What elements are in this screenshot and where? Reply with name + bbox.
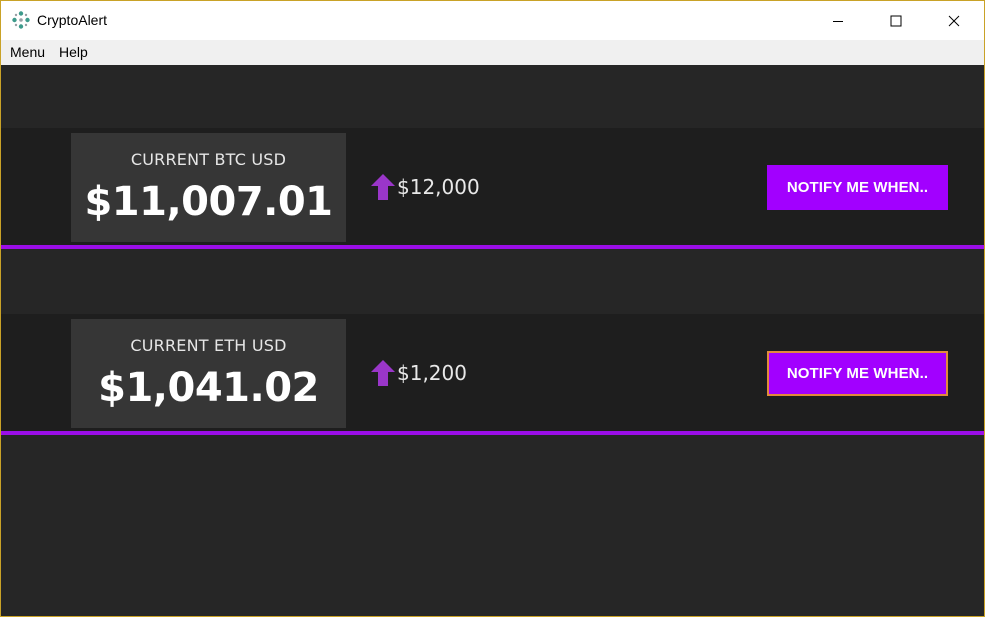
maximize-icon <box>890 15 902 26</box>
maximize-button[interactable] <box>867 1 925 40</box>
target-price: $1,200 <box>397 361 467 385</box>
app-dots-icon <box>12 11 30 29</box>
minimize-button[interactable] <box>809 1 867 40</box>
notify-me-button-eth[interactable]: NOTIFY ME WHEN.. <box>767 351 948 396</box>
coin-row-eth: CURRENT ETH USD $1,041.02 $1,200 NOTIFY … <box>1 314 984 435</box>
title-bar[interactable]: CryptoAlert <box>1 1 984 40</box>
close-icon <box>948 15 960 26</box>
minimize-icon <box>833 20 843 22</box>
main-content: CURRENT BTC USD $11,007.01 $12,000 NOTIF… <box>1 65 984 616</box>
current-price: $1,041.02 <box>98 365 319 411</box>
menu-item-help[interactable]: Help <box>52 40 95 65</box>
window-title: CryptoAlert <box>37 12 108 28</box>
alert-target-btc: $12,000 <box>371 172 480 202</box>
app-window: CryptoAlert Menu Help CURRENT BTC USD $1 <box>0 0 985 617</box>
coin-row-btc: CURRENT BTC USD $11,007.01 $12,000 NOTIF… <box>1 128 984 249</box>
price-card-label: CURRENT ETH USD <box>130 336 287 355</box>
menu-bar: Menu Help <box>1 40 984 65</box>
price-card-btc: CURRENT BTC USD $11,007.01 <box>71 133 346 242</box>
close-button[interactable] <box>925 1 983 40</box>
current-price: $11,007.01 <box>84 179 333 225</box>
arrow-up-icon <box>371 360 395 386</box>
alert-target-eth: $1,200 <box>371 358 467 388</box>
price-card-eth: CURRENT ETH USD $1,041.02 <box>71 319 346 428</box>
arrow-up-icon <box>371 174 395 200</box>
target-price: $12,000 <box>397 175 480 199</box>
menu-item-menu[interactable]: Menu <box>1 40 52 65</box>
price-card-label: CURRENT BTC USD <box>130 150 287 169</box>
notify-me-button-btc[interactable]: NOTIFY ME WHEN.. <box>767 165 948 210</box>
